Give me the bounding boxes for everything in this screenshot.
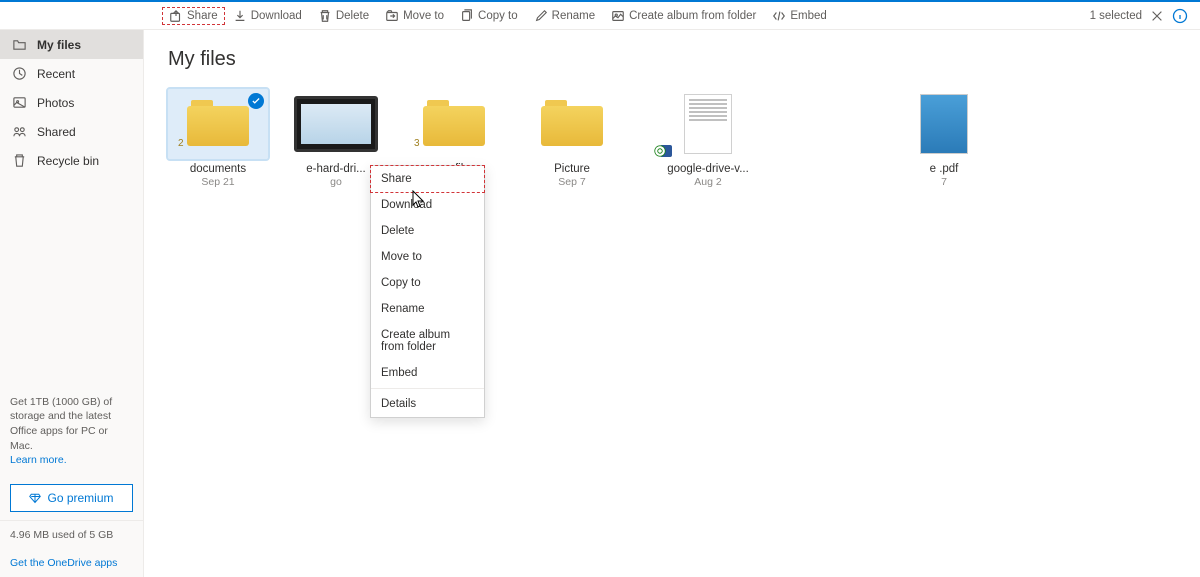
- folder-icon: [12, 37, 27, 52]
- moveto-icon: [385, 9, 399, 23]
- nav-photos[interactable]: Photos: [0, 88, 143, 117]
- content-area: My files 2 documents Sep 21 e-hard-dri..…: [144, 30, 1200, 577]
- share-icon: [169, 9, 183, 23]
- item-date: Aug 2: [658, 176, 758, 188]
- ctx-createalbum[interactable]: Create album from folder: [371, 322, 484, 360]
- nav-myfiles-label: My files: [37, 38, 81, 52]
- ctx-details[interactable]: Details: [371, 391, 484, 417]
- ctx-download[interactable]: Download: [371, 192, 484, 218]
- promo-text: Get 1TB (1000 GB) of storage and the lat…: [10, 396, 112, 452]
- nav-recyclebin[interactable]: Recycle bin: [0, 146, 143, 175]
- storage-text: 4.96 MB used of 5 GB: [0, 520, 143, 549]
- item-date: 7: [894, 176, 994, 188]
- embed-label: Embed: [790, 10, 826, 22]
- copyto-label: Copy to: [478, 10, 518, 22]
- nav-shared[interactable]: Shared: [0, 117, 143, 146]
- createalbum-label: Create album from folder: [629, 10, 756, 22]
- ctx-rename[interactable]: Rename: [371, 296, 484, 322]
- diamond-icon: [29, 492, 41, 504]
- page-title: My files: [168, 48, 1176, 71]
- sidebar: My files Recent Photos Shared Recycle bi…: [0, 30, 144, 577]
- rename-label: Rename: [552, 10, 595, 22]
- info-button[interactable]: [1172, 8, 1188, 24]
- nav-shared-label: Shared: [37, 125, 76, 139]
- folder-count: 2: [178, 138, 184, 149]
- sync-icon: [654, 145, 666, 157]
- file-grid: 2 documents Sep 21 e-hard-dri... go 3 on…: [168, 89, 1176, 188]
- premium-promo: Get 1TB (1000 GB) of storage and the lat…: [0, 387, 143, 476]
- embed-button[interactable]: Embed: [764, 6, 834, 26]
- learnmore-link[interactable]: Learn more.: [10, 454, 67, 466]
- nav-myfiles[interactable]: My files: [0, 30, 143, 59]
- context-menu: Share Download Delete Move to Copy to Re…: [370, 165, 485, 418]
- file-item[interactable]: google-drive-v... Aug 2: [658, 89, 758, 188]
- delete-label: Delete: [336, 10, 369, 22]
- file-item[interactable]: e .pdf 7: [894, 89, 994, 188]
- copyto-button[interactable]: Copy to: [452, 6, 526, 26]
- ctx-delete[interactable]: Delete: [371, 218, 484, 244]
- selected-check-icon: [248, 93, 264, 109]
- item-name: e .pdf: [894, 163, 994, 175]
- download-label: Download: [251, 10, 302, 22]
- nav-photos-label: Photos: [37, 96, 74, 110]
- item-name: google-drive-v...: [658, 163, 758, 175]
- item-name: Picture: [522, 163, 622, 175]
- rename-button[interactable]: Rename: [526, 6, 603, 26]
- go-premium-button[interactable]: Go premium: [10, 484, 133, 512]
- go-premium-label: Go premium: [47, 491, 113, 505]
- share-label: Share: [187, 10, 218, 22]
- ctx-copyto[interactable]: Copy to: [371, 270, 484, 296]
- moveto-button[interactable]: Move to: [377, 6, 452, 26]
- createalbum-button[interactable]: Create album from folder: [603, 6, 764, 26]
- recyclebin-icon: [12, 153, 27, 168]
- folder-count: 3: [414, 138, 420, 149]
- download-icon: [233, 9, 247, 23]
- folder-item[interactable]: Picture Sep 7: [522, 89, 622, 188]
- command-bar: Share Download Delete Move to Copy to Re…: [0, 2, 1200, 30]
- item-date: Sep 7: [522, 176, 622, 188]
- moveto-label: Move to: [403, 10, 444, 22]
- clear-selection-button[interactable]: [1150, 9, 1164, 23]
- recent-icon: [12, 66, 27, 81]
- rename-icon: [534, 9, 548, 23]
- shared-icon: [12, 124, 27, 139]
- cursor-icon: [412, 190, 426, 208]
- nav-recent[interactable]: Recent: [0, 59, 143, 88]
- divider: [371, 388, 484, 389]
- share-button[interactable]: Share: [162, 7, 225, 25]
- embed-icon: [772, 9, 786, 23]
- folder-item[interactable]: 2 documents Sep 21: [168, 89, 268, 188]
- ctx-moveto[interactable]: Move to: [371, 244, 484, 270]
- delete-icon: [318, 9, 332, 23]
- album-icon: [611, 9, 625, 23]
- copyto-icon: [460, 9, 474, 23]
- ctx-embed[interactable]: Embed: [371, 360, 484, 386]
- download-button[interactable]: Download: [225, 6, 310, 26]
- photos-icon: [12, 95, 27, 110]
- selection-count: 1 selected: [1090, 10, 1142, 22]
- getapps-link[interactable]: Get the OneDrive apps: [0, 549, 143, 577]
- item-date: Sep 21: [168, 176, 268, 188]
- delete-button[interactable]: Delete: [310, 6, 377, 26]
- ctx-share[interactable]: Share: [370, 165, 485, 193]
- nav-recyclebin-label: Recycle bin: [37, 154, 99, 168]
- item-name: documents: [168, 163, 268, 175]
- nav-recent-label: Recent: [37, 67, 75, 81]
